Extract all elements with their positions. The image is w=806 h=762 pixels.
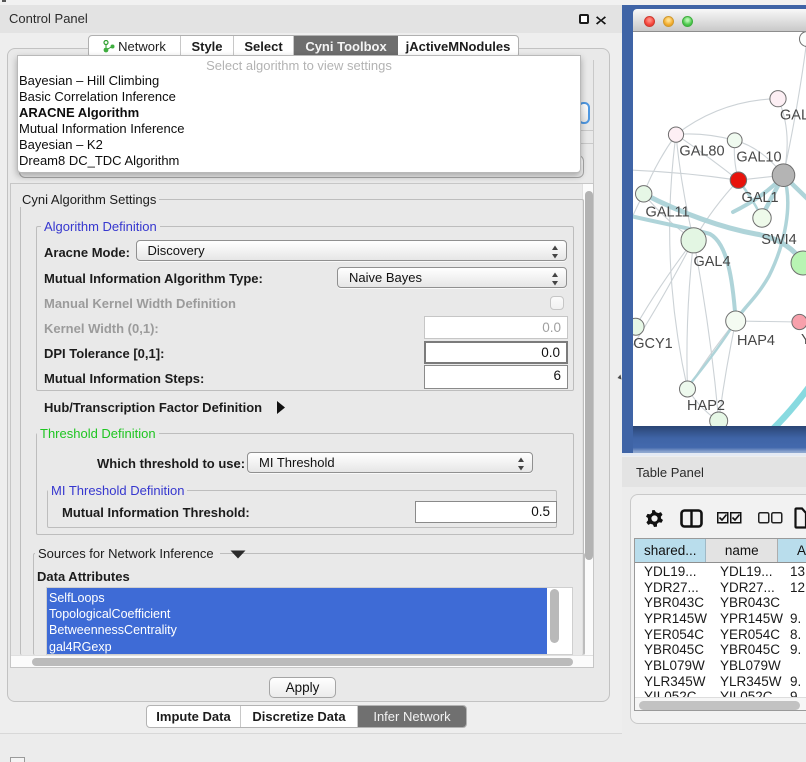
svg-text:GCY1: GCY1 — [633, 336, 673, 352]
svg-text:GAL11: GAL11 — [646, 205, 690, 221]
svg-text:Y: Y — [801, 332, 806, 348]
svg-text:HAP4: HAP4 — [737, 333, 775, 349]
svg-text:GAL: GAL — [780, 108, 806, 124]
svg-text:GAL1: GAL1 — [741, 190, 778, 206]
svg-text:GAL4: GAL4 — [693, 254, 730, 270]
svg-text:GAL80: GAL80 — [679, 144, 724, 160]
svg-text:SWI4: SWI4 — [761, 232, 796, 248]
svg-text:GAL10: GAL10 — [736, 150, 781, 166]
svg-text:HAP2: HAP2 — [687, 398, 725, 414]
